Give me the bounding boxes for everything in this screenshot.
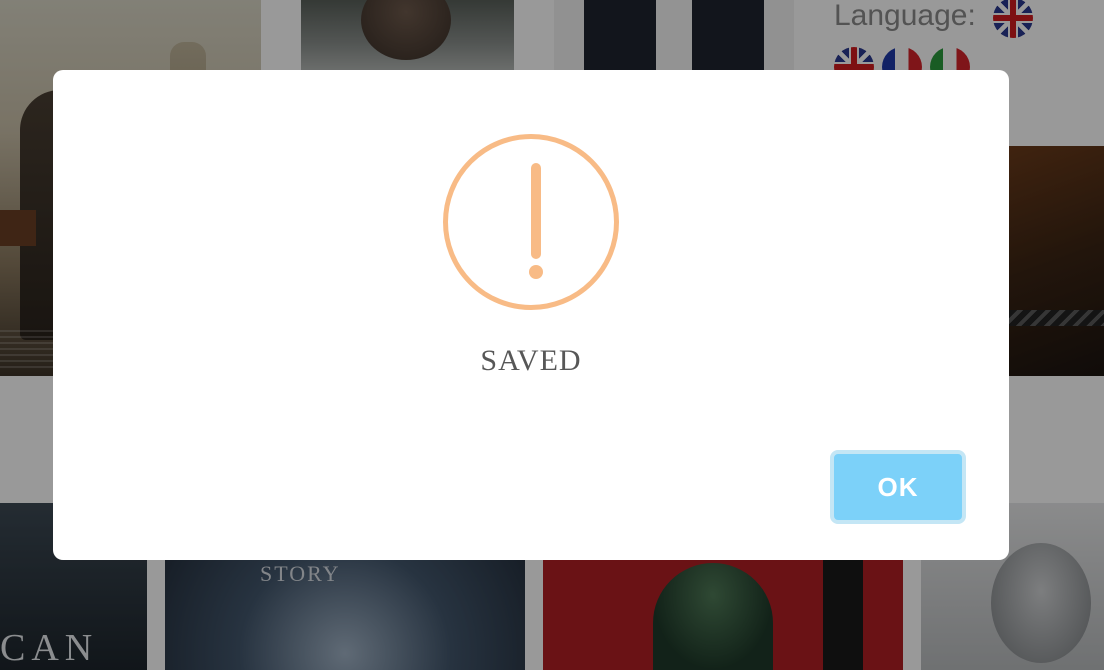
alert-dialog: SAVED OK	[53, 70, 1009, 560]
dialog-title: SAVED	[480, 344, 582, 377]
page: Language: CAN STORY SAVED OK	[0, 0, 1104, 670]
warning-icon	[443, 134, 619, 310]
warning-icon-bar	[531, 163, 541, 259]
warning-icon-dot	[529, 265, 543, 279]
ok-button[interactable]: OK	[830, 450, 966, 524]
